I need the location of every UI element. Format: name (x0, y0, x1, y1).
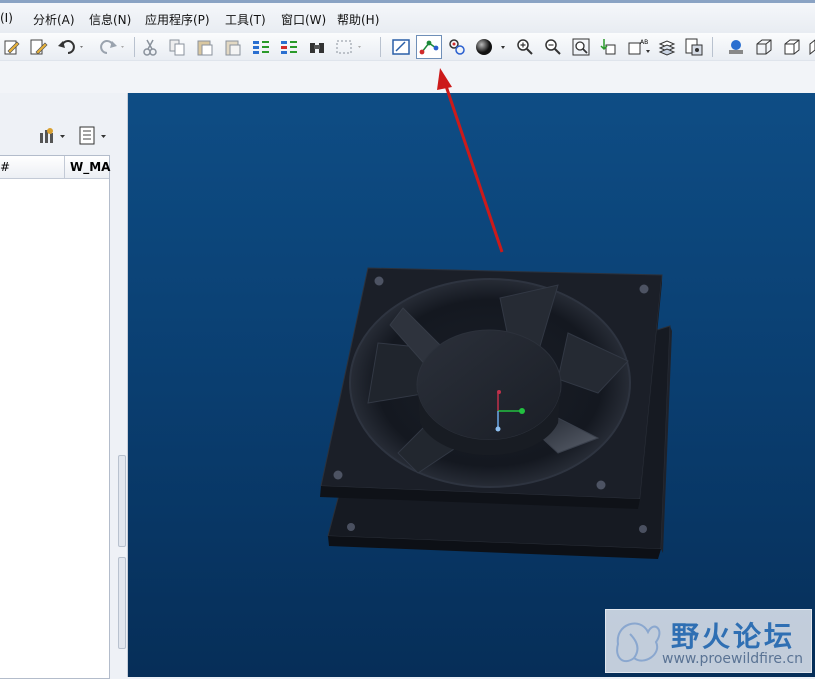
watermark-title: 野火论坛 (671, 620, 796, 653)
watermark: 野火论坛 www.proewildfire.cn (605, 609, 812, 673)
watermark-url: www.proewildfire.cn (662, 651, 804, 667)
watermark-logo-icon (616, 622, 661, 663)
annotation-arrow (437, 68, 504, 253)
